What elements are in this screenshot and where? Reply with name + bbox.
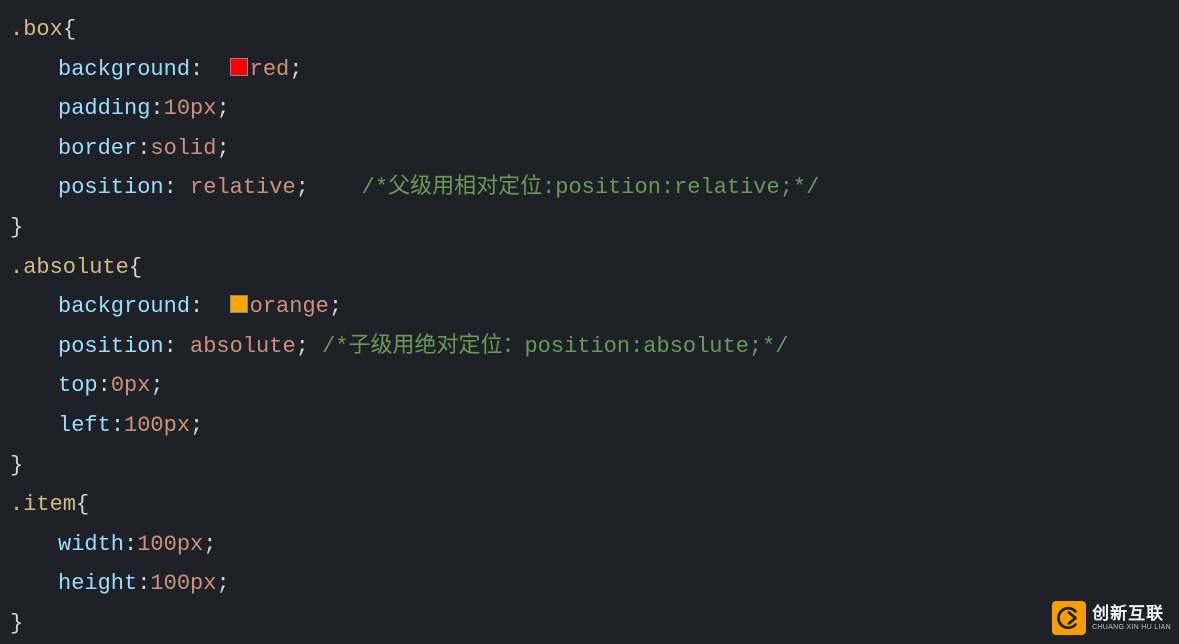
close-brace: } xyxy=(10,611,23,636)
watermark-text: 创新互联 CHUANG XIN HU LIAN xyxy=(1092,605,1171,631)
css-property: border xyxy=(58,136,137,161)
close-brace: } xyxy=(10,453,23,478)
watermark-logo-icon xyxy=(1052,601,1086,635)
css-property: left xyxy=(58,413,111,438)
css-value: relative xyxy=(190,175,296,200)
colon: : xyxy=(190,57,216,82)
code-line: } xyxy=(0,446,1179,486)
code-line: } xyxy=(0,208,1179,248)
semicolon: ; xyxy=(329,294,342,319)
colon: : xyxy=(124,532,137,557)
close-brace: } xyxy=(10,215,23,240)
watermark-title: 创新互联 xyxy=(1092,605,1171,624)
css-property: background xyxy=(58,294,190,319)
semicolon: ; xyxy=(296,334,309,359)
css-value: absolute xyxy=(190,334,296,359)
css-value: 100px xyxy=(137,532,203,557)
css-property: position xyxy=(58,334,164,359)
code-line: height:100px; xyxy=(0,564,1179,604)
code-line: padding:10px; xyxy=(0,89,1179,129)
css-value: orange xyxy=(250,294,329,319)
code-line: width:100px; xyxy=(0,525,1179,565)
css-property: position xyxy=(58,175,164,200)
code-line: top:0px; xyxy=(0,366,1179,406)
open-brace: { xyxy=(129,255,142,280)
semicolon: ; xyxy=(216,571,229,596)
css-value: red xyxy=(250,57,290,82)
colon: : xyxy=(164,334,190,359)
open-brace: { xyxy=(76,492,89,517)
colon: : xyxy=(137,136,150,161)
css-value: solid xyxy=(150,136,216,161)
code-line: position: absolute; /*子级用绝对定位：position:a… xyxy=(0,327,1179,367)
css-property: height xyxy=(58,571,137,596)
css-selector: .box xyxy=(10,17,63,42)
code-line: position: relative; /*父级用相对定位:position:r… xyxy=(0,168,1179,208)
code-line: .absolute{ xyxy=(0,248,1179,288)
code-line: background: orange; xyxy=(0,287,1179,327)
css-property: top xyxy=(58,373,98,398)
colon: : xyxy=(190,294,216,319)
css-comment: /*子级用绝对定位：position:absolute;*/ xyxy=(322,334,788,359)
open-brace: { xyxy=(63,17,76,42)
css-value: 100px xyxy=(124,413,190,438)
semicolon: ; xyxy=(216,136,229,161)
colon: : xyxy=(150,96,163,121)
semicolon: ; xyxy=(203,532,216,557)
css-property: padding xyxy=(58,96,150,121)
semicolon: ; xyxy=(216,96,229,121)
code-editor[interactable]: .box{ background: red; padding:10px; bor… xyxy=(0,10,1179,644)
watermark-subtitle: CHUANG XIN HU LIAN xyxy=(1092,624,1171,632)
code-line: border:solid; xyxy=(0,129,1179,169)
color-swatch-icon xyxy=(230,295,248,313)
css-value: 10px xyxy=(164,96,217,121)
watermark: 创新互联 CHUANG XIN HU LIAN xyxy=(1052,601,1171,635)
semicolon: ; xyxy=(150,373,163,398)
css-selector: .item xyxy=(10,492,76,517)
code-line: .item{ xyxy=(0,485,1179,525)
code-line: .box{ xyxy=(0,10,1179,50)
css-value: 0px xyxy=(111,373,151,398)
semicolon: ; xyxy=(190,413,203,438)
code-line: } xyxy=(0,604,1179,644)
css-property: width xyxy=(58,532,124,557)
semicolon: ; xyxy=(289,57,302,82)
code-line: left:100px; xyxy=(0,406,1179,446)
semicolon: ; xyxy=(296,175,309,200)
css-value: 100px xyxy=(150,571,216,596)
css-property: background xyxy=(58,57,190,82)
colon: : xyxy=(111,413,124,438)
colon: : xyxy=(137,571,150,596)
colon: : xyxy=(164,175,190,200)
code-line: background: red; xyxy=(0,50,1179,90)
colon: : xyxy=(98,373,111,398)
css-comment: /*父级用相对定位:position:relative;*/ xyxy=(362,175,820,200)
color-swatch-icon xyxy=(230,58,248,76)
css-selector: .absolute xyxy=(10,255,129,280)
